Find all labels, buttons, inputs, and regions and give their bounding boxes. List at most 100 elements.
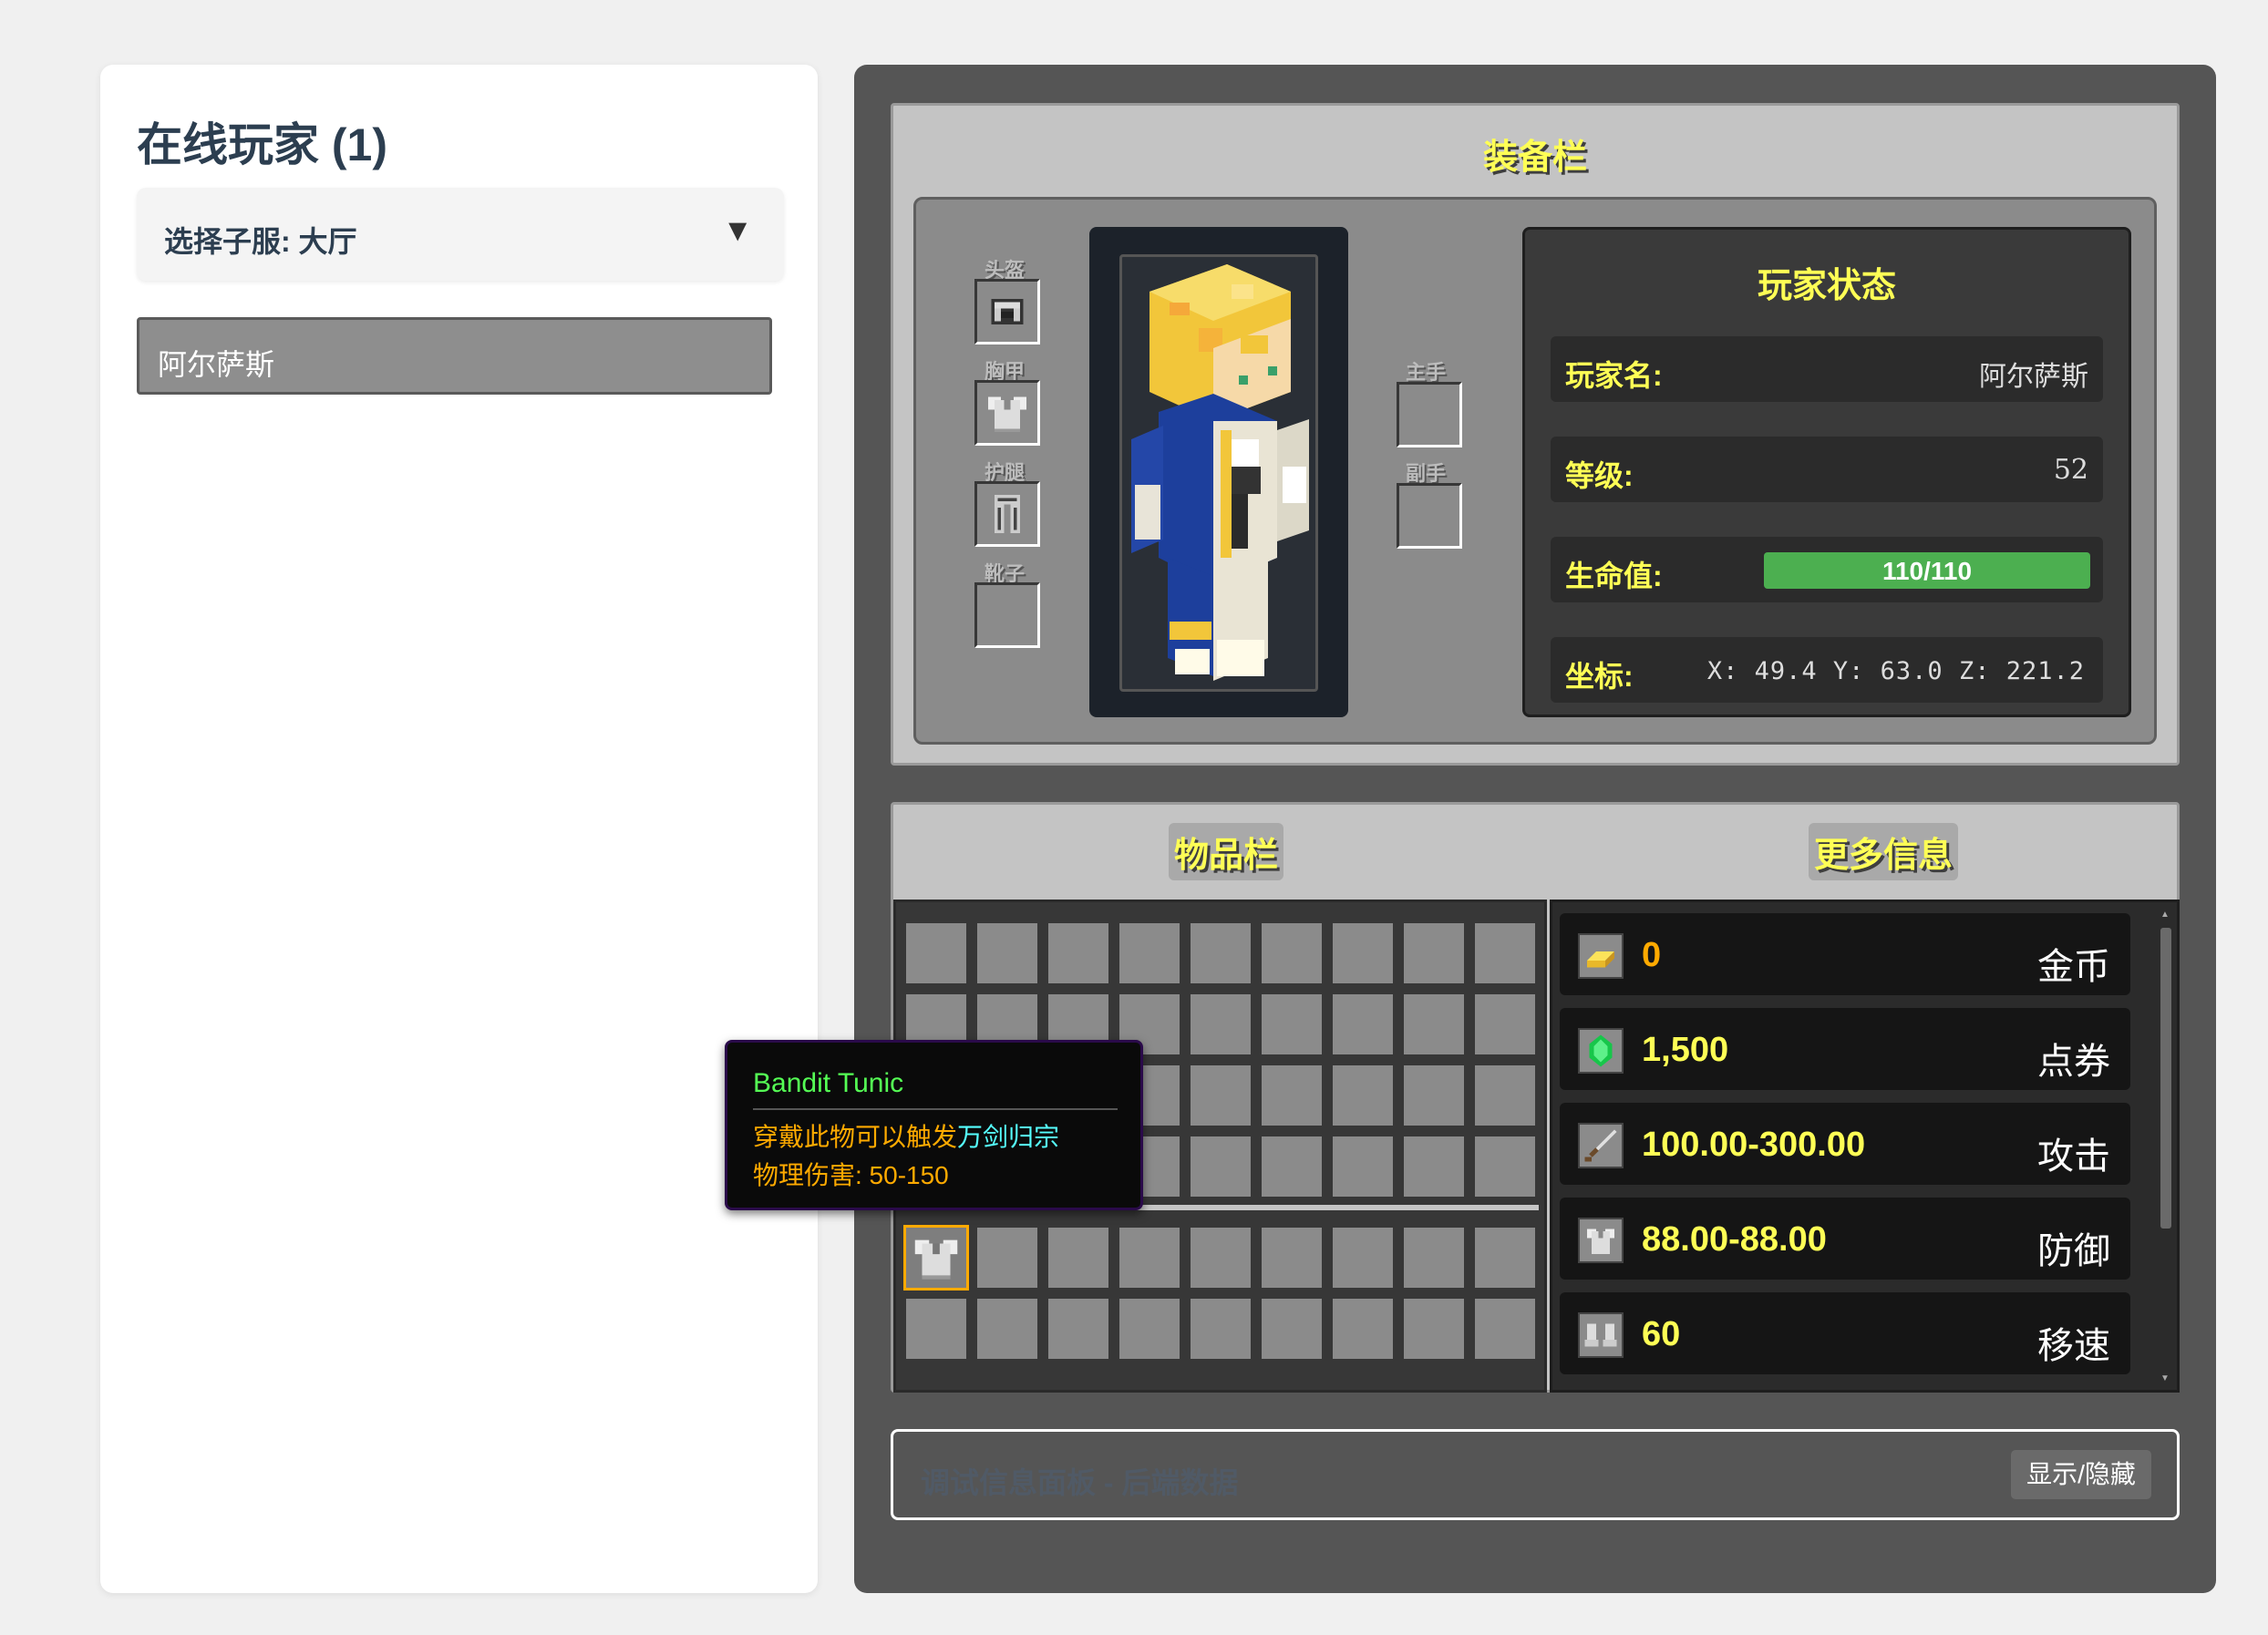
inventory-slot[interactable] <box>903 1225 969 1291</box>
inventory-slot[interactable] <box>1188 920 1253 986</box>
helmet-icon <box>991 299 1024 324</box>
leggings-icon <box>995 495 1020 533</box>
hp-bar: 110/110 <box>1764 552 2090 589</box>
info-row-speed: 60 移速 <box>1560 1292 2130 1374</box>
equipment-section: 装备栏 头盔 胸甲 护腿 靴子 主手 副手 玩家状态 玩家名: 阿尔萨斯 等级:… <box>891 103 2180 766</box>
inventory-slot[interactable] <box>1330 920 1396 986</box>
inventory-slot[interactable] <box>1259 920 1325 986</box>
inventory-title: 物品栏 <box>1169 823 1284 880</box>
tooltip-damage-line: 物理伤害: 50-150 <box>753 1161 949 1189</box>
tooltip-effect-line: 穿戴此物可以触发万剑归宗 <box>753 1117 1059 1154</box>
inventory-slot[interactable] <box>1401 1134 1467 1199</box>
coord-value: X: 49.4 Y: 63.0 Z: 221.2 <box>1706 657 2085 685</box>
info-row-gold: 0 金币 <box>1560 913 2130 995</box>
more-info-title: 更多信息 <box>1809 823 1959 880</box>
scroll-up-icon[interactable]: ▲ <box>2160 910 2170 920</box>
mainhand-slot[interactable] <box>1397 382 1462 447</box>
inventory-slot[interactable] <box>1401 1063 1467 1128</box>
inventory-slot[interactable] <box>974 1296 1040 1362</box>
inventory-slot[interactable] <box>974 920 1040 986</box>
sword-icon <box>1578 1123 1624 1168</box>
player-list-item[interactable]: 阿尔萨斯 <box>137 317 772 395</box>
speed-label: 移速 <box>2037 1326 2110 1366</box>
inventory-slot[interactable] <box>1188 1225 1253 1291</box>
debug-panel: 调试信息面板 - 后端数据 显示/隐藏 <box>891 1429 2180 1520</box>
inventory-slot[interactable] <box>1472 1134 1538 1199</box>
info-row-defense: 88.00-88.00 防御 <box>1560 1198 2130 1280</box>
tooltip-effect-skill: 万剑归宗 <box>957 1123 1060 1151</box>
inventory-slot[interactable] <box>1472 1296 1538 1362</box>
chestplate-icon <box>1578 1218 1624 1263</box>
player-status-title: 玩家状态 <box>1757 267 1896 305</box>
inventory-slot[interactable] <box>1472 920 1538 986</box>
scroll-thumb[interactable] <box>2160 928 2171 1229</box>
level-value: 52 <box>2053 454 2088 486</box>
offhand-slot[interactable] <box>1397 483 1462 549</box>
inventory-slot[interactable] <box>1117 1225 1182 1291</box>
server-select[interactable]: 选择子服: 大厅 ▼ <box>137 188 784 281</box>
inventory-slot[interactable] <box>1188 1063 1253 1128</box>
gold-ingot-icon <box>1578 933 1624 979</box>
inventory-slot[interactable] <box>1117 1296 1182 1362</box>
level-label: 等级: <box>1565 459 1634 492</box>
inventory-slot[interactable] <box>1330 1296 1396 1362</box>
inventory-slot[interactable] <box>1401 920 1467 986</box>
points-label: 点券 <box>2037 1042 2110 1082</box>
info-row-points: 1,500 点券 <box>1560 1008 2130 1090</box>
inventory-slot[interactable] <box>1472 992 1538 1057</box>
debug-toggle-button[interactable]: 显示/隐藏 <box>2011 1450 2151 1499</box>
inventory-slot[interactable] <box>1401 1225 1467 1291</box>
tooltip-effect-prefix: 穿戴此物可以触发 <box>753 1123 958 1151</box>
inventory-slot[interactable] <box>903 1296 969 1362</box>
inventory-slot[interactable] <box>1259 1134 1325 1199</box>
gold-label: 金币 <box>2037 947 2110 987</box>
helmet-slot[interactable] <box>974 279 1040 344</box>
dropdown-arrow-icon: ▼ <box>722 213 753 248</box>
inventory-slot[interactable] <box>1046 920 1111 986</box>
inventory-slot[interactable] <box>1259 1225 1325 1291</box>
inventory-slot[interactable] <box>1117 920 1182 986</box>
legs-slot[interactable] <box>974 481 1040 547</box>
inventory-slot[interactable] <box>1188 1296 1253 1362</box>
info-scrollbar[interactable]: ▲ ▼ <box>2159 910 2173 1383</box>
speed-value: 60 <box>1642 1315 1681 1353</box>
boots-slot[interactable] <box>974 582 1040 648</box>
inventory-slot[interactable] <box>1401 992 1467 1057</box>
scroll-down-icon[interactable]: ▼ <box>2160 1373 2170 1383</box>
stat-row-coords: 坐标: X: 49.4 Y: 63.0 Z: 221.2 <box>1551 637 2103 703</box>
inventory-slot[interactable] <box>1188 992 1253 1057</box>
hp-label: 生命值: <box>1565 560 1663 592</box>
player-skin-figure <box>1131 264 1309 681</box>
skin-preview-frame <box>1089 227 1348 717</box>
inventory-slot[interactable] <box>1259 992 1325 1057</box>
inventory-slot[interactable] <box>1472 1225 1538 1291</box>
inventory-slot[interactable] <box>1330 1063 1396 1128</box>
inventory-slot[interactable] <box>1401 1296 1467 1362</box>
server-select-label: 选择子服: 大厅 <box>164 225 357 258</box>
stat-row-hp: 生命值: 110/110 <box>1551 537 2103 602</box>
emerald-icon <box>1578 1028 1624 1074</box>
inventory-slot[interactable] <box>974 1225 1040 1291</box>
more-info-panel: 0 金币 1,500 点券 100.00-300.00 攻击 88.00-88.… <box>1550 900 2180 1393</box>
player-name-value: 阿尔萨斯 <box>1979 361 2088 393</box>
inventory-slot[interactable] <box>1259 1063 1325 1128</box>
inventory-slot[interactable] <box>1046 1296 1111 1362</box>
coord-label: 坐标: <box>1565 660 1634 693</box>
chest-slot[interactable] <box>974 380 1040 446</box>
inventory-slot[interactable] <box>1472 1063 1538 1128</box>
inventory-slot[interactable] <box>1330 992 1396 1057</box>
tooltip-divider <box>753 1108 1118 1110</box>
inventory-slot[interactable] <box>1188 1134 1253 1199</box>
online-players-title: 在线玩家 (1) <box>137 119 387 170</box>
player-detail-panel: 装备栏 头盔 胸甲 护腿 靴子 主手 副手 玩家状态 玩家名: 阿尔萨斯 等级:… <box>854 65 2216 1593</box>
inventory-slot[interactable] <box>903 920 969 986</box>
inventory-slot[interactable] <box>1046 1225 1111 1291</box>
player-name: 阿尔萨斯 <box>158 348 275 381</box>
item-tooltip: Bandit Tunic 穿戴此物可以触发万剑归宗 物理伤害: 50-150 <box>725 1040 1143 1210</box>
inventory-slot[interactable] <box>1330 1134 1396 1199</box>
defense-value: 88.00-88.00 <box>1642 1220 1827 1259</box>
inventory-slot[interactable] <box>1330 1225 1396 1291</box>
chestplate-icon <box>988 396 1026 432</box>
boots-icon <box>1578 1312 1624 1358</box>
inventory-slot[interactable] <box>1259 1296 1325 1362</box>
